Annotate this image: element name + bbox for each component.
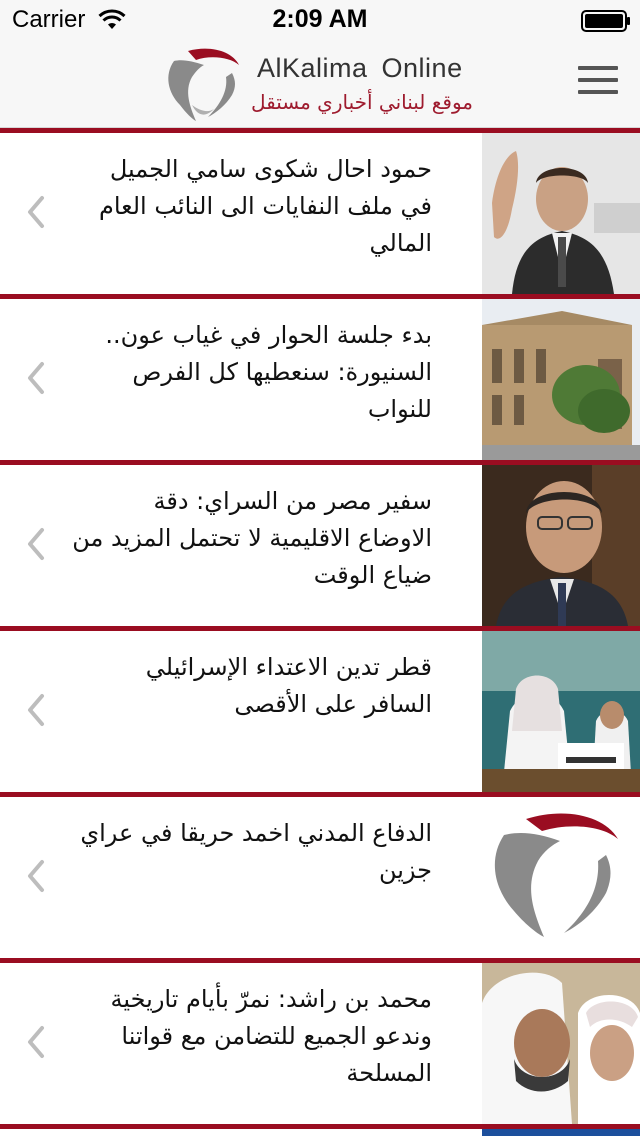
menu-line (578, 78, 618, 82)
hamburger-menu-icon[interactable] (578, 66, 622, 106)
battery-icon (581, 10, 630, 32)
app-header: AlKalima Online موقع لبناني أخباري مستقل (0, 40, 640, 128)
news-item[interactable]: سفير مصر من السراي: دقة الاوضاع الاقليمي… (0, 460, 640, 626)
brand-tagline: موقع لبناني أخباري مستقل (250, 90, 473, 114)
news-title: سفير مصر من السراي: دقة الاوضاع الاقليمي… (72, 487, 432, 589)
news-title: حمود احال شكوى سامي الجميل في ملف النفاي… (98, 155, 432, 257)
news-item[interactable]: الدفاع المدني اخمد حريقا في عراي جزين (0, 792, 640, 958)
news-thumbnail (482, 299, 640, 460)
chevron-left-icon (28, 694, 44, 726)
menu-line (578, 66, 618, 70)
news-item[interactable]: بدء جلسة الحوار في غياب عون.. السنيورة: … (0, 294, 640, 460)
parliament-building-photo (482, 299, 640, 460)
alkalima-logo-icon (168, 48, 239, 121)
news-thumbnail (482, 797, 640, 958)
chevron-left-icon (28, 196, 44, 228)
news-thumbnail (482, 963, 640, 1124)
chevron-left-icon (28, 362, 44, 394)
news-title: الدفاع المدني اخمد حريقا في عراي جزين (80, 819, 432, 884)
news-thumbnail (482, 133, 640, 294)
news-title: محمد بن راشد: نمرّ بأيام تاريخية وندعو ا… (110, 985, 432, 1087)
news-title: قطر تدين الاعتداء الإسرائيلي السافر على … (145, 653, 432, 718)
ambassador-portrait-photo (482, 465, 640, 626)
clock: 2:09 AM (272, 5, 368, 33)
news-item[interactable]: محمد بن راشد: نمرّ بأيام تاريخية وندعو ا… (0, 958, 640, 1124)
news-list: حمود احال شكوى سامي الجميل في ملف النفاي… (0, 128, 640, 1124)
status-bar: Carrier 2:09 AM (0, 0, 640, 40)
news-title: بدء جلسة الحوار في غياب عون.. السنيورة: … (105, 321, 432, 423)
menu-line (578, 90, 618, 94)
chevron-left-icon (28, 528, 44, 560)
leader-with-child-photo (482, 963, 640, 1124)
conference-chairman-photo (482, 631, 640, 792)
chevron-left-icon (28, 860, 44, 892)
brand-name: AlKalima Online (257, 53, 463, 83)
news-thumbnail (482, 631, 640, 792)
politician-waving-photo (482, 133, 640, 294)
news-item[interactable]: حمود احال شكوى سامي الجميل في ملف النفاي… (0, 128, 640, 294)
chevron-left-icon (28, 1026, 44, 1058)
alkalima-logo-placeholder (482, 797, 640, 958)
news-thumbnail (482, 465, 640, 626)
news-item[interactable]: قطر تدين الاعتداء الإسرائيلي السافر على … (0, 626, 640, 792)
next-news-item-peek (0, 1124, 640, 1136)
